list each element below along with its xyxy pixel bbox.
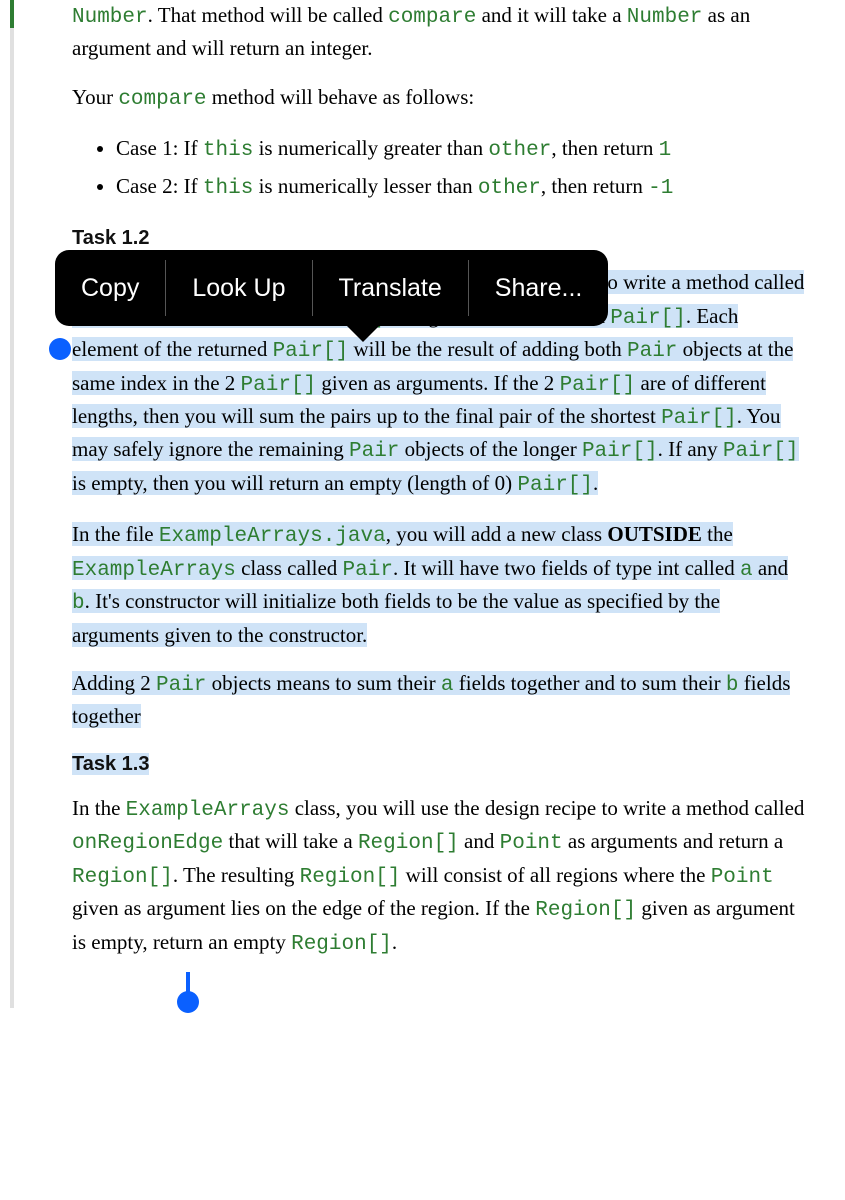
- intro-paragraph-1: Number. That method will be called compa…: [72, 0, 807, 64]
- task-1-3-p1: In the ExampleArrays class, you will use…: [72, 793, 807, 960]
- context-menu-copy[interactable]: Copy: [55, 250, 165, 326]
- context-menu-lookup[interactable]: Look Up: [166, 250, 311, 326]
- task-1-2-p2: In the file ExampleArrays.java, you will…: [72, 519, 807, 650]
- context-menu-share[interactable]: Share...: [469, 250, 609, 326]
- selection-handle-start[interactable]: [49, 338, 71, 360]
- document-page: Number. That method will be called compa…: [10, 0, 845, 1008]
- context-menu-translate[interactable]: Translate: [313, 250, 468, 326]
- task-1-2-p3: Adding 2 Pair objects means to sum their…: [72, 668, 807, 732]
- selection-handle-end[interactable]: [186, 972, 190, 1002]
- context-menu: Copy Look Up Translate Share...: [55, 250, 608, 326]
- code-compare-2: compare: [118, 88, 206, 111]
- context-menu-arrow-icon: [345, 324, 381, 342]
- intro-paragraph-2: Your compare method will behave as follo…: [72, 82, 807, 115]
- task-1-2-heading: Task 1.2: [72, 224, 807, 253]
- case-1: Case 1: If this is numerically greater t…: [116, 133, 807, 166]
- cases-list: Case 1: If this is numerically greater t…: [72, 133, 807, 204]
- task-1-3-heading: Task 1.3: [72, 750, 807, 779]
- code-number: Number: [72, 6, 148, 29]
- code-number-arg: Number: [627, 6, 703, 29]
- case-2: Case 2: If this is numerically lesser th…: [116, 171, 807, 204]
- code-compare: compare: [388, 6, 476, 29]
- border-accent: [10, 0, 14, 28]
